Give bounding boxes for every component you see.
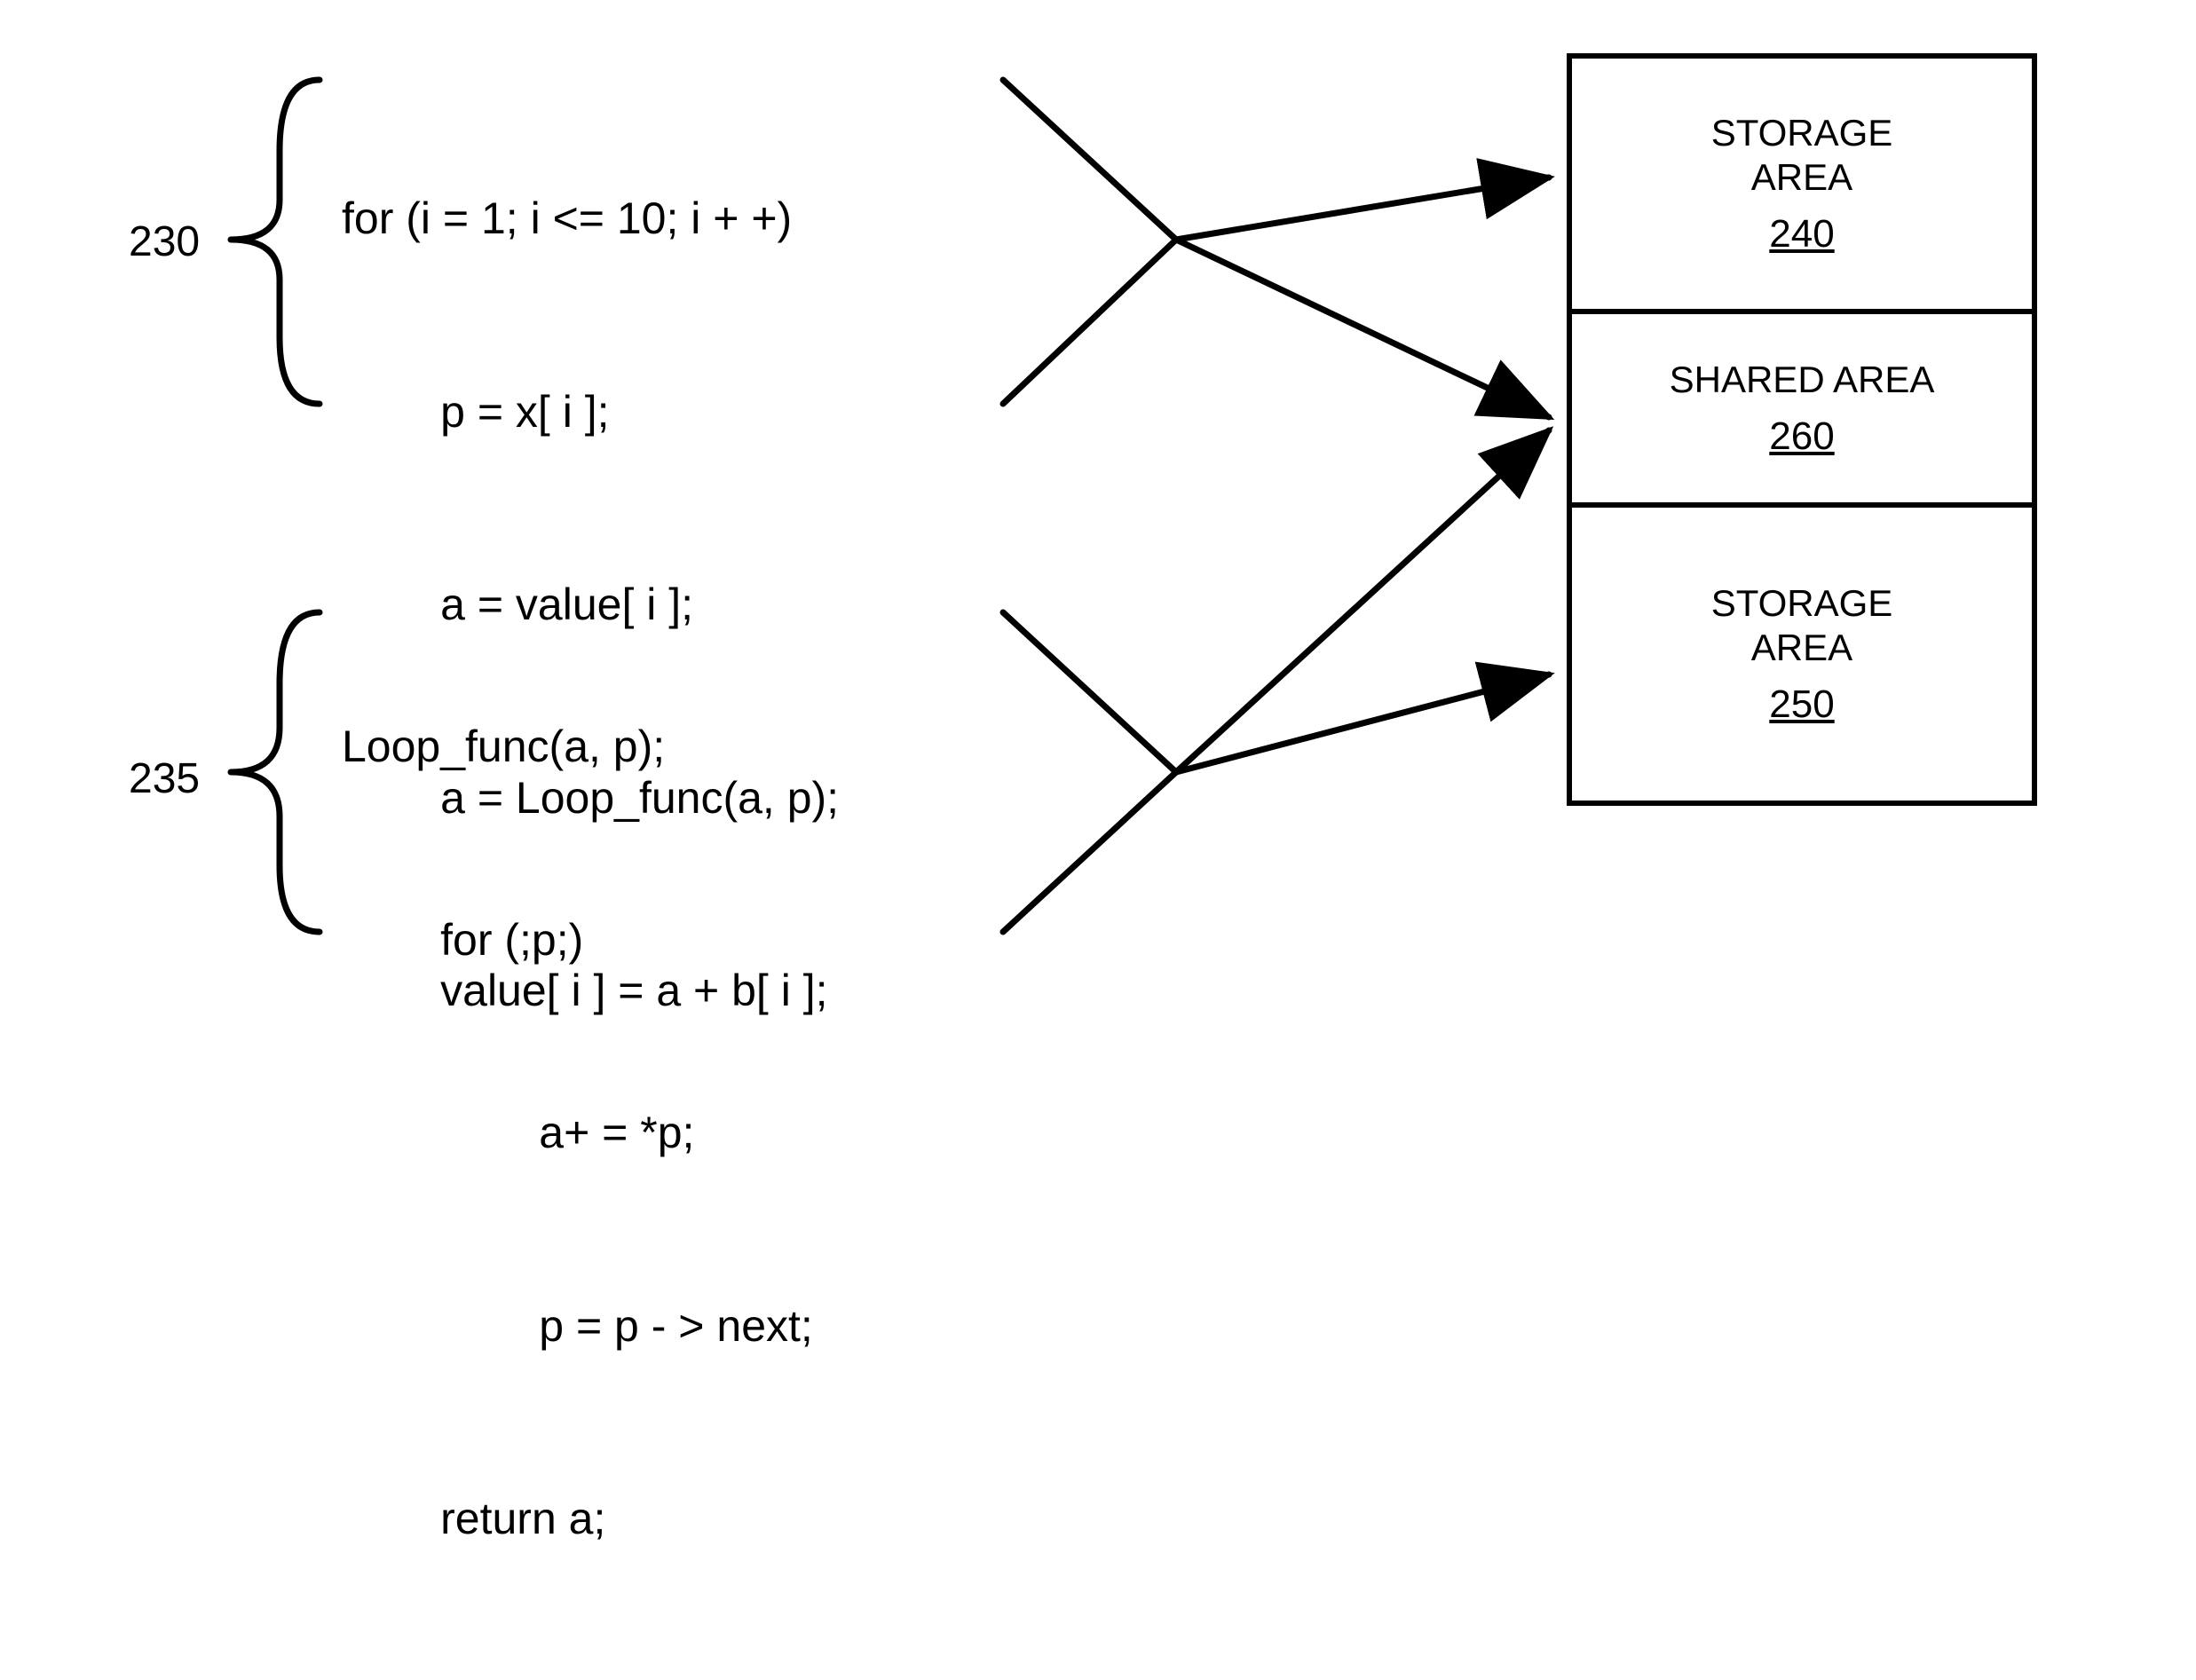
code-line: for (i = 1; i <= 10; i + +) <box>342 186 839 251</box>
code-block-bottom: Loop_func(a, p); for (;p;) a+ = *p; p = … <box>342 586 813 1680</box>
refnum-235: 235 <box>129 754 200 803</box>
box-shared-area: SHARED AREA 260 <box>1572 314 2032 508</box>
box-label: SHARED AREA <box>1670 358 1935 402</box>
refnum-230: 230 <box>129 217 200 266</box>
box-label: STORAGE AREA <box>1711 581 1893 671</box>
box-label: STORAGE AREA <box>1711 111 1893 201</box>
code-line: Loop_func(a, p); <box>342 714 813 779</box>
box-storage-area-1: STORAGE AREA 240 <box>1572 59 2032 314</box>
code-line: return a; <box>342 1487 813 1551</box>
box-storage-area-2: STORAGE AREA 250 <box>1572 508 2032 801</box>
storage-boxes: STORAGE AREA 240 SHARED AREA 260 STORAGE… <box>1567 53 2037 806</box>
diagram-canvas: 230 235 for (i = 1; i <= 10; i + +) p = … <box>0 0 2196 1015</box>
code-line: a+ = *p; <box>342 1100 813 1165</box>
box-number: 240 <box>1769 212 1834 256</box>
code-line: p = x[ i ]; <box>342 380 839 445</box>
code-line: for (;p;) <box>342 908 813 973</box>
box-number: 260 <box>1769 414 1834 459</box>
box-number: 250 <box>1769 682 1834 727</box>
code-line: p = p - > next; <box>342 1294 813 1359</box>
